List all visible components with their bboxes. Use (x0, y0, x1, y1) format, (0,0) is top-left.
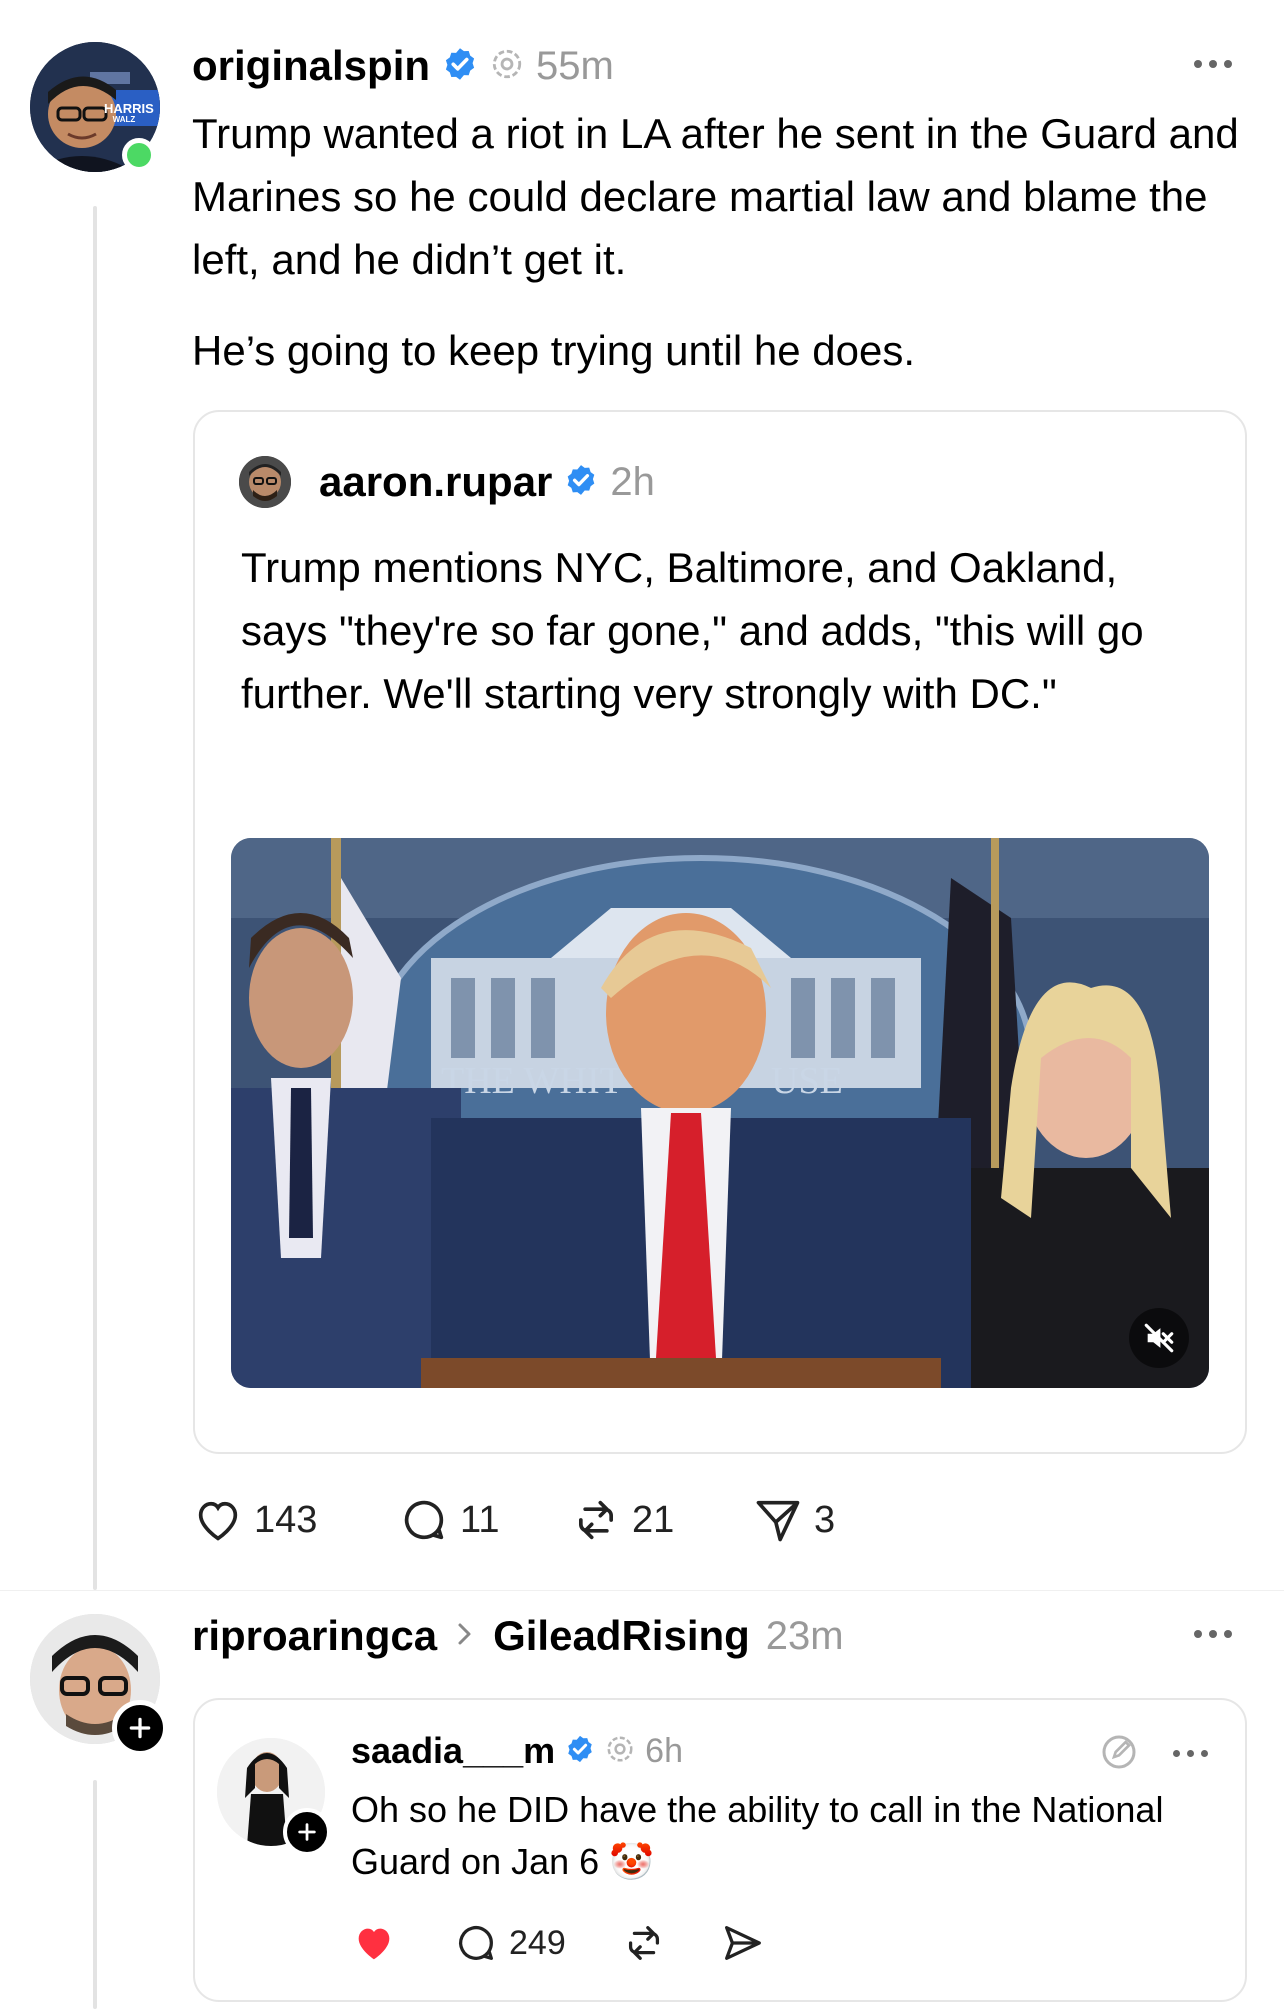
quoted-post-body: Trump mentions NYC, Baltimore, and Oakla… (241, 544, 1144, 717)
heart-filled-icon (358, 1928, 390, 1960)
share-button[interactable]: 3 (752, 1494, 835, 1546)
username[interactable]: originalspin (192, 42, 430, 90)
username[interactable]: riproaringca (192, 1612, 437, 1660)
share-count: 3 (814, 1498, 836, 1541)
reply-button[interactable]: 249 (453, 1920, 566, 1966)
mute-icon[interactable] (1129, 1308, 1189, 1368)
quoted-post-card[interactable]: aaron.rupar 2h Trump mentions NYC, Balti… (193, 410, 1247, 1454)
thread-line (93, 1780, 97, 2009)
reply-count: 249 (509, 1923, 566, 1962)
avatar-badge-text: HARRIS WALZ (104, 101, 154, 124)
heart-icon (198, 1501, 238, 1541)
edit-icon[interactable] (1099, 1732, 1139, 1777)
post-body: Trump wanted a riot in LA after he sent … (192, 102, 1242, 382)
quoted-username[interactable]: aaron.rupar (319, 458, 552, 506)
quoted-post-body: Oh so he DID have the ability to call in… (351, 1789, 1164, 1882)
avatar-aaron-rupar[interactable] (239, 456, 291, 508)
comment-icon (459, 1925, 493, 1960)
video-thumbnail[interactable]: THE WHIT USE (231, 838, 1209, 1388)
repost-button[interactable]: 21 (570, 1494, 674, 1546)
post-paragraph-1: Trump wanted a riot in LA after he sent … (192, 110, 1239, 283)
repost-button[interactable] (621, 1920, 667, 1971)
quoted-post-header: saadia___m 6h (351, 1726, 683, 1776)
repost-count: 21 (632, 1498, 675, 1541)
like-count: 143 (254, 1498, 318, 1541)
community-link[interactable]: GileadRising (493, 1612, 750, 1660)
more-options-icon[interactable] (1194, 60, 1232, 68)
reply-button[interactable]: 11 (398, 1494, 499, 1546)
post-time: 55m (536, 43, 614, 88)
like-button[interactable]: 143 (192, 1494, 317, 1546)
sign-text-right: USE (771, 1060, 843, 1102)
quoted-post-time: 2h (610, 459, 655, 504)
reposted-indicator-icon (490, 47, 524, 86)
share-button[interactable] (719, 1920, 765, 1971)
follow-plus-icon[interactable] (283, 1808, 331, 1856)
post-header: riproaringca GileadRising 23m (192, 1608, 844, 1664)
quoted-username[interactable]: saadia___m (351, 1730, 555, 1772)
send-icon (756, 1500, 800, 1542)
send-icon (725, 1926, 761, 1960)
verified-badge-icon (564, 463, 598, 502)
post-time: 23m (765, 1613, 844, 1658)
quoted-post-time: 6h (645, 1731, 683, 1770)
like-button[interactable] (351, 1920, 397, 1971)
post-divider (0, 1590, 1284, 1591)
more-options-icon[interactable] (1173, 1750, 1208, 1757)
quoted-post-card[interactable]: saadia___m 6h Oh so he DID have the abil… (193, 1698, 1247, 2002)
repost-icon (578, 1500, 614, 1540)
verified-badge-icon (442, 46, 478, 87)
sign-text-left: THE WHIT (441, 1060, 623, 1102)
quoted-post-header: aaron.rupar 2h (319, 454, 655, 510)
thread-line (93, 206, 97, 1590)
reply-count: 11 (460, 1498, 500, 1541)
post-paragraph-2: He’s going to keep trying until he does. (192, 327, 916, 374)
online-status-dot (122, 138, 156, 172)
post-header: originalspin 55m (192, 38, 614, 94)
chevron-right-icon (453, 1619, 477, 1654)
comment-icon (404, 1500, 444, 1540)
more-options-icon[interactable] (1194, 1630, 1232, 1638)
follow-plus-icon[interactable] (112, 1700, 168, 1756)
verified-badge-icon (565, 1734, 595, 1769)
repost-icon (628, 1926, 660, 1960)
reposted-indicator-icon (605, 1734, 635, 1769)
